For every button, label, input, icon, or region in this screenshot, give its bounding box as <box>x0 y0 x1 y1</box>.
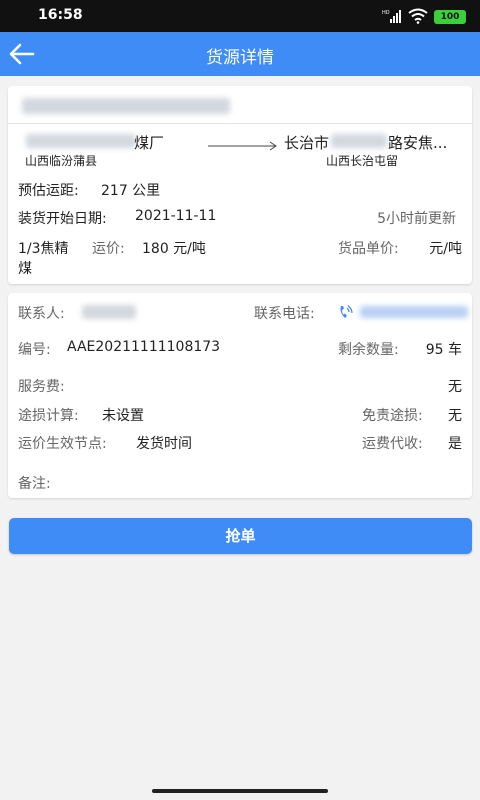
phone-label: 联系电话: <box>254 306 315 322</box>
free-loss-value: 无 <box>448 408 462 424</box>
load-date-value: 2021-11-11 <box>135 208 217 224</box>
redacted-contact-name <box>82 305 136 319</box>
dest-name-prefix: 长治市 <box>284 134 330 152</box>
distance-value: 217 公里 <box>101 183 161 199</box>
collect-label: 运费代收: <box>362 436 423 452</box>
effective-node-value: 发货时间 <box>136 436 192 452</box>
freight-value: 180 元/吨 <box>142 241 206 257</box>
remaining-value: 95 车 <box>425 342 462 358</box>
loss-calc-value: 未设置 <box>102 408 144 424</box>
freight-label: 运价: <box>92 241 125 257</box>
battery-icon: 100 <box>434 10 466 24</box>
origin-name: 煤厂 <box>134 134 165 152</box>
status-time: 16:58 <box>38 7 83 23</box>
code-label: 编号: <box>18 342 51 358</box>
unit-price-label: 货品单价: <box>338 241 399 257</box>
grab-order-button[interactable]: 抢单 <box>9 518 472 554</box>
distance-label: 预估运距: <box>18 183 79 199</box>
load-date-label: 装货开始日期: <box>18 211 107 227</box>
page-title: 货源详情 <box>206 48 274 68</box>
route-arrow-icon <box>208 141 277 151</box>
remark-label: 备注: <box>18 476 51 492</box>
redacted-company-name <box>22 98 230 114</box>
home-indicator[interactable] <box>152 789 328 793</box>
redacted-dest-name <box>331 134 387 148</box>
card-divider <box>8 123 472 124</box>
contact-label: 联系人: <box>18 306 65 322</box>
status-bar: 16:58 HD 100 <box>0 0 480 32</box>
redacted-phone-number[interactable] <box>360 306 468 318</box>
cargo-details-card: 联系人: 联系电话: 编号: AAE20211111108173 剩余数量: 9… <box>8 293 472 498</box>
free-loss-label: 免责途损: <box>362 408 423 424</box>
app-bar: 货源详情 <box>0 32 480 76</box>
collect-value: 是 <box>448 436 462 452</box>
service-fee-label: 服务费: <box>18 379 65 395</box>
cargo-summary-card: 煤厂 山西临汾蒲县 长治市 路安焦... 山西长治屯留 预估运距: 217 公里… <box>8 86 472 284</box>
dest-region: 山西长治屯留 <box>326 154 399 168</box>
origin-region: 山西临汾蒲县 <box>25 154 98 168</box>
loss-calc-label: 途损计算: <box>18 408 79 424</box>
wifi-icon <box>408 8 428 24</box>
cargo-name: 1/3焦精 <box>18 241 69 257</box>
remaining-label: 剩余数量: <box>338 342 399 358</box>
updated-time: 5小时前更新 <box>377 211 456 227</box>
cargo-name-cont: 煤 <box>18 261 32 277</box>
signal-icon: HD <box>382 10 401 23</box>
phone-call-icon[interactable] <box>336 303 354 321</box>
redacted-origin-name <box>26 134 136 148</box>
code-value: AAE20211111108173 <box>67 339 221 355</box>
service-fee-value: 无 <box>448 379 462 395</box>
unit-price-value: 元/吨 <box>429 241 462 257</box>
effective-node-label: 运价生效节点: <box>18 436 107 452</box>
dest-name: 路安焦... <box>388 134 448 152</box>
hd-label: HD <box>382 10 390 16</box>
